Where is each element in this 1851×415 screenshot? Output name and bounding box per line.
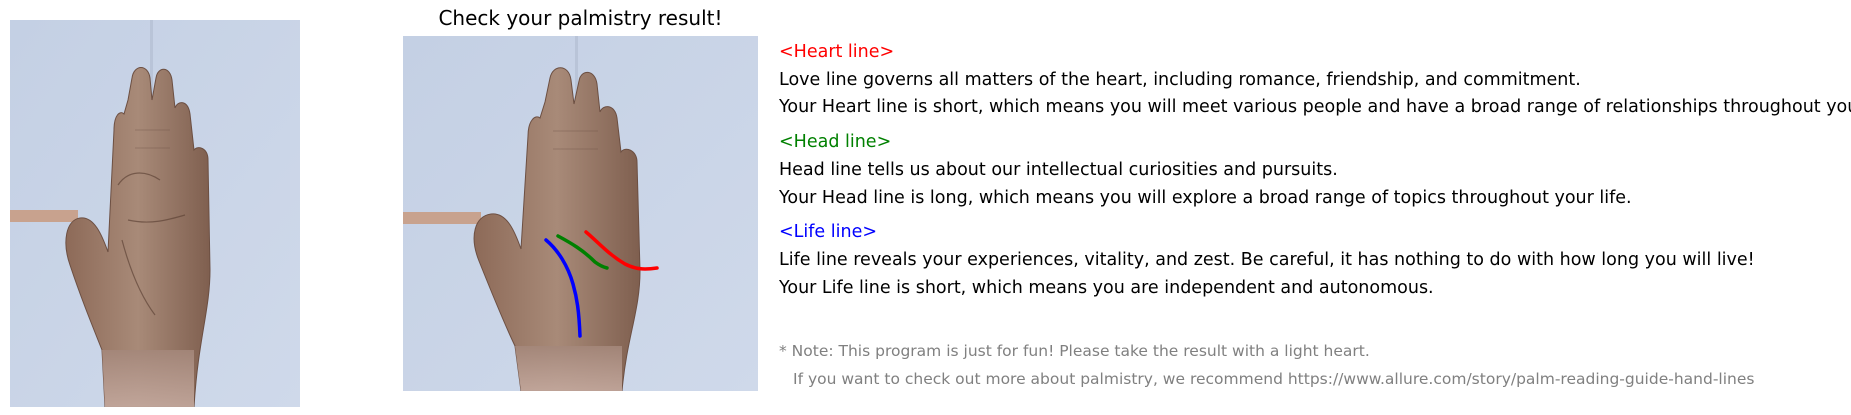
input-palm-photo xyxy=(10,20,300,407)
head-line-heading: <Head line> xyxy=(779,132,892,152)
life-line-description: Life line reveals your experiences, vita… xyxy=(779,250,1755,270)
result-palm-photo xyxy=(403,36,758,391)
head-line-description: Head line tells us about our intellectua… xyxy=(779,160,1338,180)
head-line-result: Your Head line is long, which means you … xyxy=(779,188,1632,208)
result-title: Check your palmistry result! xyxy=(438,6,723,30)
heart-line-description: Love line governs all matters of the hea… xyxy=(779,70,1581,90)
heart-line-result: Your Heart line is short, which means yo… xyxy=(779,97,1851,117)
heart-line-heading: <Heart line> xyxy=(779,42,895,62)
note-reference: If you want to check out more about palm… xyxy=(793,370,1755,388)
life-line-result: Your Life line is short, which means you… xyxy=(779,278,1434,298)
note-disclaimer: * Note: This program is just for fun! Pl… xyxy=(779,342,1370,360)
life-line-heading: <Life line> xyxy=(779,222,878,242)
